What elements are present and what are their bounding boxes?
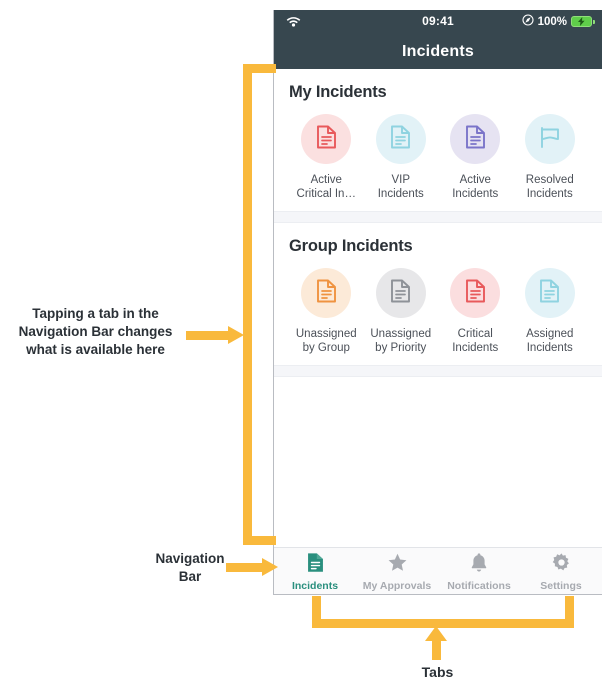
- section-group-incidents: Group Incidents Unassigned by Group Unas…: [274, 223, 602, 365]
- tab-notifications[interactable]: Notifications: [438, 548, 520, 594]
- tab-incidents[interactable]: Incidents: [274, 548, 356, 594]
- gear-icon: [551, 552, 572, 578]
- tile-bubble: [450, 114, 501, 164]
- tile-label: Assigned Incidents: [526, 328, 574, 354]
- screen-content: My Incidents Active Critical In… VIP Inc…: [274, 69, 602, 594]
- flag-icon: [538, 125, 562, 154]
- empty-content-area: [274, 377, 602, 547]
- tile-bubble: [375, 268, 426, 318]
- tile-resolved-incidents[interactable]: Resolved Incidents: [513, 114, 588, 201]
- tile-label: Unassigned by Group: [295, 328, 357, 354]
- annotated-screenshot: 09:41 100% Incidents My Incidents Active…: [0, 0, 602, 689]
- content-bracket-bottom: [243, 536, 276, 545]
- tile-bubble: [450, 268, 501, 318]
- battery-charging-icon: [571, 16, 595, 27]
- page-title: Incidents: [274, 35, 602, 69]
- status-right-group: 100%: [522, 14, 595, 29]
- section-divider: [274, 211, 602, 223]
- tab-label: Incidents: [291, 579, 339, 592]
- tile-active-incidents[interactable]: Active Incidents: [438, 114, 513, 201]
- section-divider-bottom: [274, 365, 602, 377]
- tabs-bracket-right: [565, 596, 574, 628]
- tile-bubble: [375, 114, 426, 164]
- tabs-arrow-head: [425, 626, 447, 641]
- document-icon: [316, 279, 337, 308]
- tabs-arrow-stem: [432, 638, 441, 660]
- tile-critical-incidents[interactable]: Critical Incidents: [438, 268, 513, 355]
- tab-label: My Approvals: [362, 579, 432, 592]
- document-icon: [306, 552, 325, 578]
- document-icon: [539, 279, 560, 308]
- document-icon: [390, 279, 411, 308]
- tab-settings[interactable]: Settings: [520, 548, 602, 594]
- tile-bubble: [524, 268, 575, 318]
- tile-label: Resolved Incidents: [525, 174, 574, 200]
- tile-label: Active Incidents: [452, 174, 499, 200]
- tile-unassigned-by-priority[interactable]: Unassigned by Priority: [364, 268, 439, 355]
- tab-label: Settings: [540, 579, 582, 592]
- document-icon: [465, 125, 486, 154]
- navigation-bar: Incidents My Approvals Notifications Set…: [274, 547, 602, 594]
- content-bracket-left: [243, 64, 252, 545]
- tab-my-approvals[interactable]: My Approvals: [356, 548, 438, 594]
- bell-icon: [470, 552, 488, 578]
- section-title-group-incidents: Group Incidents: [289, 237, 413, 255]
- annotation-navigation-bar: Navigation Bar: [155, 551, 225, 584]
- annotation-content-area: Tapping a tab in the Navigation Bar chan…: [18, 306, 173, 357]
- annotation-tabs: Tabs: [421, 664, 454, 680]
- tile-bubble: [524, 114, 575, 164]
- section-my-incidents: My Incidents Active Critical In… VIP Inc…: [274, 69, 602, 211]
- document-icon: [390, 125, 411, 154]
- content-arrow-shaft: [186, 331, 231, 340]
- tile-grid-group-incidents: Unassigned by Group Unassigned by Priori…: [289, 268, 587, 355]
- section-title-my-incidents: My Incidents: [289, 83, 387, 101]
- tile-bubble: [301, 114, 352, 164]
- tile-label: Unassigned by Priority: [370, 328, 432, 354]
- tile-assigned-incidents[interactable]: Assigned Incidents: [513, 268, 588, 355]
- tile-label: VIP Incidents: [377, 174, 424, 200]
- battery-percent: 100%: [537, 15, 567, 28]
- document-icon: [316, 125, 337, 154]
- document-icon: [465, 279, 486, 308]
- navbar-arrow-head: [262, 558, 278, 576]
- tile-label: Critical Incidents: [452, 328, 499, 354]
- phone-mockup: 09:41 100% Incidents My Incidents Active…: [273, 10, 602, 595]
- location-services-icon: [522, 14, 534, 29]
- tile-vip-incidents[interactable]: VIP Incidents: [364, 114, 439, 201]
- status-bar: 09:41 100%: [274, 10, 602, 35]
- star-icon: [387, 552, 408, 578]
- tab-label: Notifications: [447, 579, 511, 592]
- content-arrow-head: [228, 326, 244, 344]
- tile-bubble: [301, 268, 352, 318]
- tile-active-critical-incidents[interactable]: Active Critical In…: [289, 114, 364, 201]
- tile-label: Active Critical In…: [296, 174, 356, 200]
- tile-grid-my-incidents: Active Critical In… VIP Incidents Active…: [289, 114, 587, 201]
- tile-unassigned-by-group[interactable]: Unassigned by Group: [289, 268, 364, 355]
